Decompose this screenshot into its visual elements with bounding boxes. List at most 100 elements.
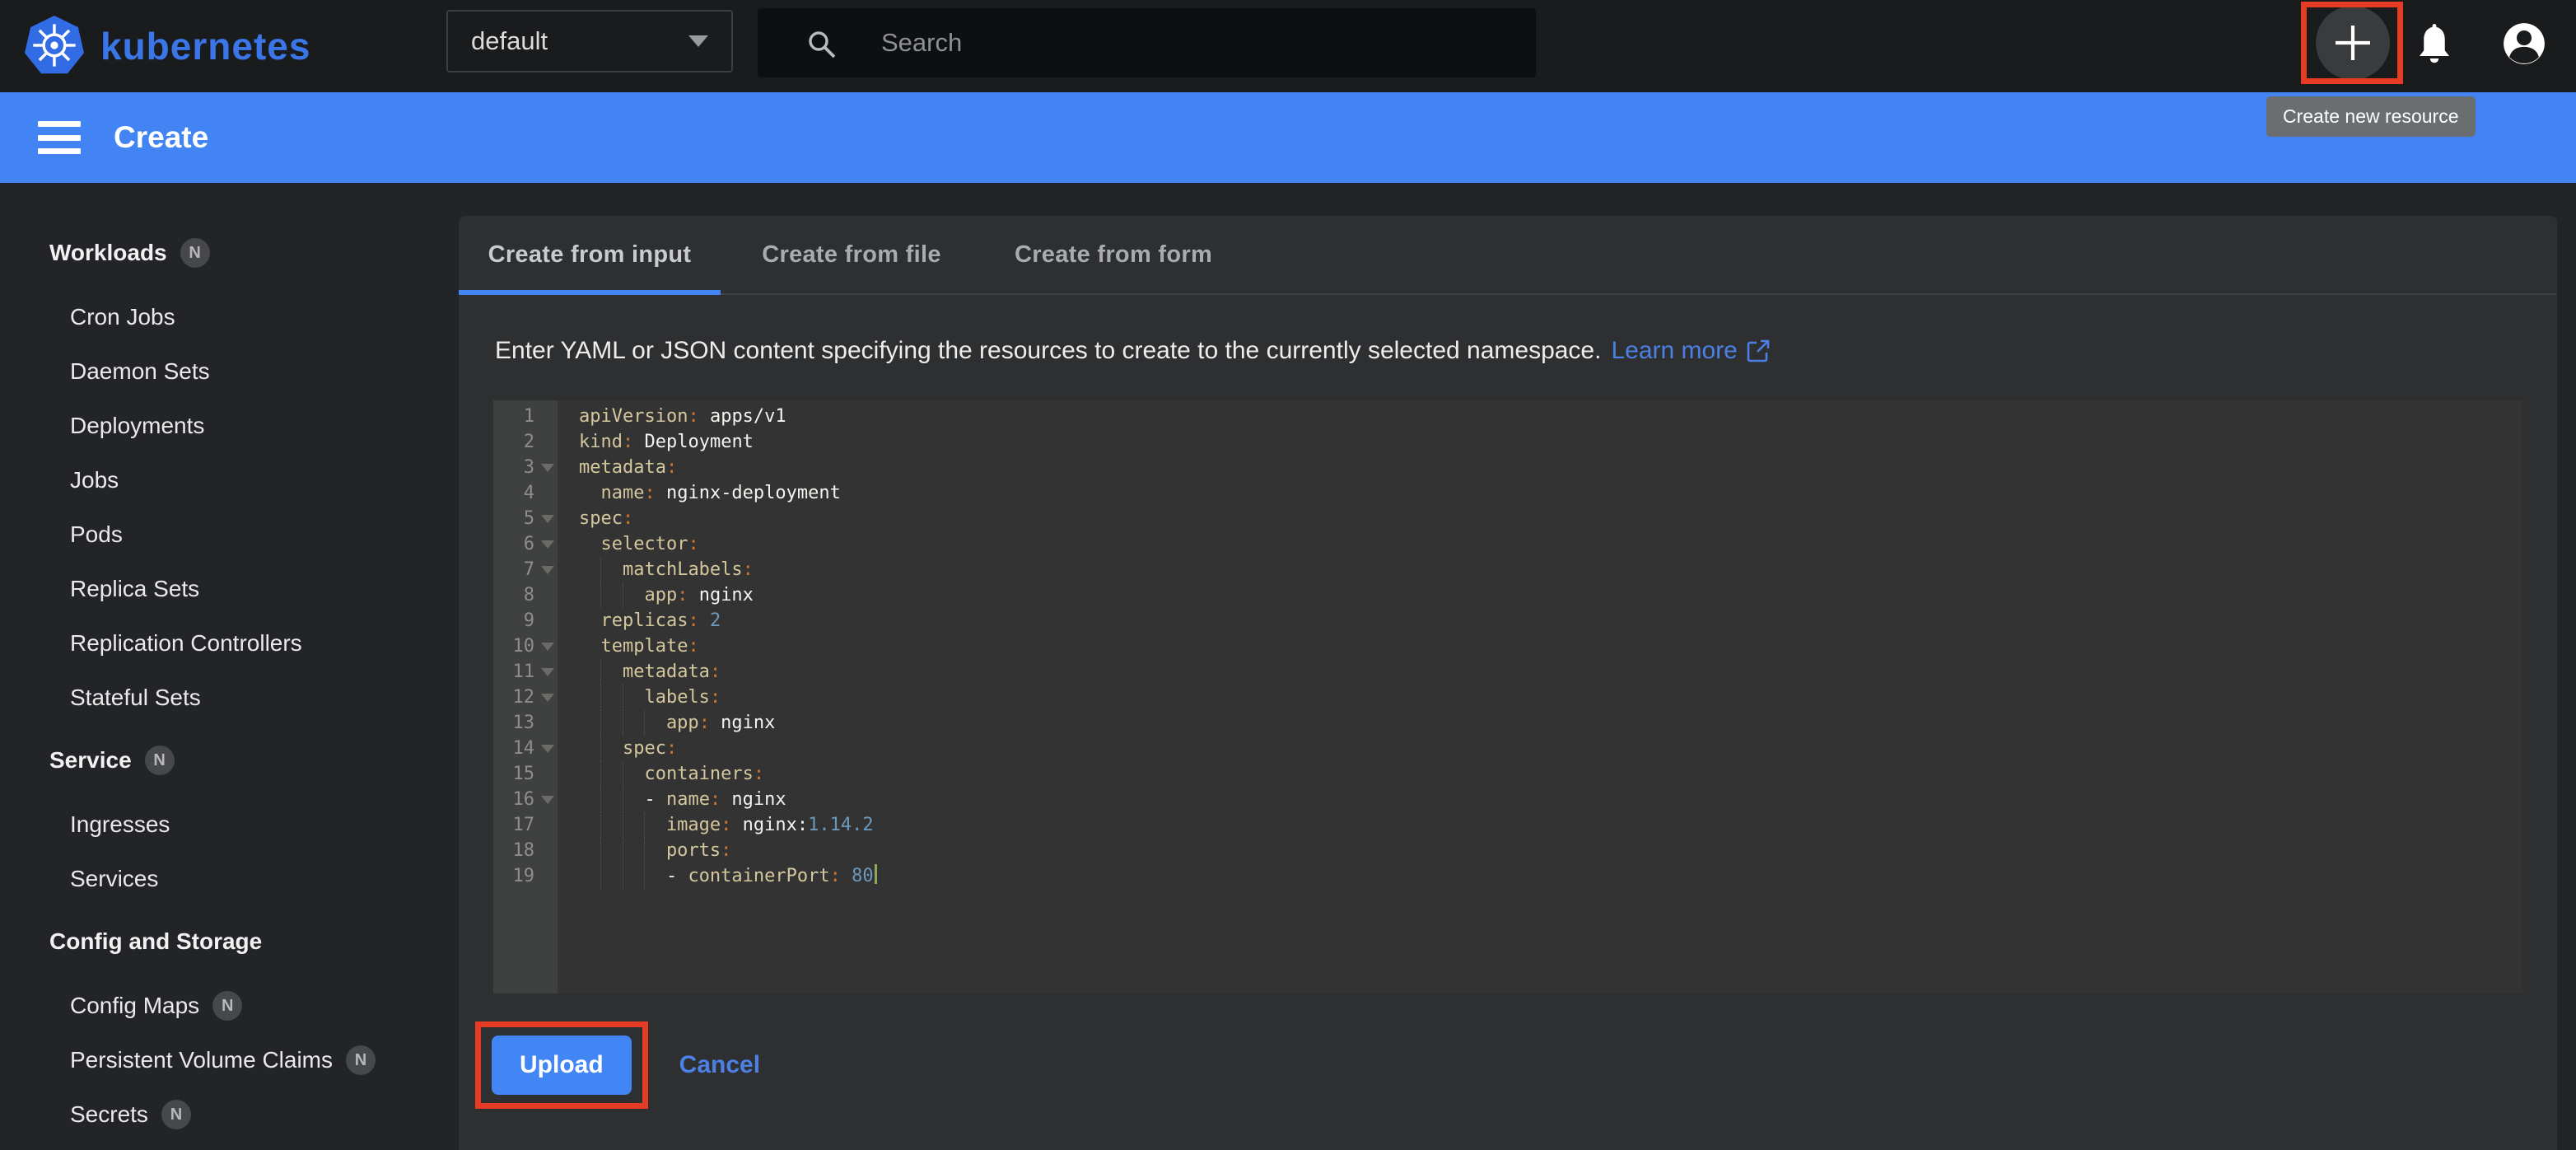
editor-line-number: 7	[493, 557, 558, 582]
namespace-selector[interactable]: default	[446, 10, 733, 72]
sidebar-section-header-workloads: WorkloadsN	[0, 226, 459, 280]
token-val: nginx	[721, 789, 786, 810]
namespaced-badge: N	[145, 746, 175, 775]
indent-guide	[579, 557, 600, 582]
search-input[interactable]	[881, 8, 1515, 77]
editor-line-number: 5	[493, 506, 558, 531]
editor-line-number: 3	[493, 455, 558, 480]
indent-guide	[644, 838, 665, 863]
indent-guide	[579, 685, 600, 710]
app-bar: Create	[0, 92, 2576, 183]
indent-guide	[644, 710, 665, 736]
token-val: nginx:	[731, 815, 808, 835]
token-val: apps/v1	[699, 406, 786, 427]
tab-create-from-file[interactable]: Create from file	[721, 216, 982, 293]
token-colon: :	[666, 457, 677, 478]
sidebar-item-replica-sets[interactable]: Replica Sets	[0, 562, 459, 616]
sidebar-item-config-maps[interactable]: Config Maps N	[0, 979, 459, 1033]
editor-line-number: 4	[493, 480, 558, 506]
sidebar-item-label: Config Maps	[70, 993, 199, 1019]
fold-arrow-icon[interactable]	[541, 745, 554, 753]
editor-line-number: 19	[493, 863, 558, 889]
fold-arrow-icon[interactable]	[541, 796, 554, 804]
sidebar-section-label: Config and Storage	[49, 928, 262, 955]
sidebar-item-daemon-sets[interactable]: Daemon Sets	[0, 344, 459, 399]
sidebar-item-ingresses[interactable]: Ingresses	[0, 797, 459, 852]
sidebar-section-header-service: Service N	[0, 733, 459, 788]
cancel-button[interactable]: Cancel	[679, 1051, 760, 1079]
token-colon: :	[754, 764, 764, 784]
sidebar-item-label: Services	[70, 866, 158, 892]
fold-arrow-icon[interactable]	[541, 540, 554, 549]
token-key: matchLabels	[623, 559, 743, 580]
token-num: 2	[699, 610, 721, 631]
tab-bar: Create from inputCreate from fileCreate …	[459, 216, 2557, 295]
editor-gutter: 12345678910111213141516171819	[493, 400, 558, 993]
token-key: app	[644, 585, 677, 605]
brand[interactable]: kubernetes	[23, 0, 310, 92]
sidebar-section-label: Service	[49, 747, 132, 774]
token-key: name	[600, 483, 644, 503]
menu-hamburger-icon[interactable]	[38, 121, 81, 154]
indent-guide	[579, 480, 600, 506]
namespaced-badge: N	[212, 991, 242, 1021]
fold-arrow-icon[interactable]	[541, 668, 554, 676]
yaml-editor[interactable]: 12345678910111213141516171819 apiVersion…	[493, 400, 2522, 993]
editor-line-number: 13	[493, 710, 558, 736]
notifications-bell-icon[interactable]	[2415, 23, 2454, 69]
editor-line-number: 2	[493, 429, 558, 455]
editor-line-number: 10	[493, 633, 558, 659]
create-card: Create from inputCreate from fileCreate …	[459, 216, 2557, 1150]
editor-code-area[interactable]: apiVersion: apps/v1kind: Deployment metad…	[558, 400, 2522, 993]
sidebar-item-label: Cron Jobs	[70, 304, 175, 330]
text-cursor	[875, 864, 877, 884]
editor-line-number: 11	[493, 659, 558, 685]
sidebar-item-label: Ingresses	[70, 811, 170, 838]
indent-guide	[579, 736, 600, 761]
editor-code-line: kind: Deployment	[579, 429, 2522, 455]
token-val: nginx	[710, 713, 775, 733]
sidebar-item-cron-jobs[interactable]: Cron Jobs	[0, 290, 459, 344]
sidebar-item-services[interactable]: Services	[0, 852, 459, 906]
token-colon: :	[743, 559, 754, 580]
sidebar-nav: WorkloadsN Cron Jobs Daemon SetsDeployment…	[0, 183, 459, 1150]
token-dash: -	[644, 789, 666, 810]
token-colon: :	[677, 585, 688, 605]
token-val: nginx	[688, 585, 753, 605]
create-new-resource-button[interactable]	[2316, 6, 2390, 80]
token-key: ports	[666, 840, 721, 861]
fold-arrow-icon[interactable]	[541, 694, 554, 702]
indent-guide	[623, 863, 644, 889]
sidebar-item-pods[interactable]: Pods	[0, 507, 459, 562]
token-colon: :	[710, 687, 721, 708]
editor-code-line: metadata:	[579, 659, 2522, 685]
token-num: 1.14.2	[808, 815, 873, 835]
fold-arrow-icon[interactable]	[541, 515, 554, 523]
sidebar-item-persistent-volume-claims[interactable]: Persistent Volume ClaimsN	[0, 1033, 459, 1087]
tab-create-from-input[interactable]: Create from input	[459, 216, 721, 293]
editor-code-line: - name: nginx	[579, 787, 2522, 812]
editor-line-number: 14	[493, 736, 558, 761]
token-colon: :	[710, 661, 721, 682]
editor-line-number: 18	[493, 838, 558, 863]
editor-code-line: apiVersion: apps/v1	[579, 404, 2522, 429]
sidebar-item-secrets[interactable]: SecretsN	[0, 1087, 459, 1142]
upload-button[interactable]: Upload	[492, 1035, 632, 1095]
fold-arrow-icon[interactable]	[541, 464, 554, 472]
sidebar-item-jobs[interactable]: Jobs	[0, 453, 459, 507]
token-colon: :	[644, 483, 655, 503]
learn-more-link[interactable]: Learn more	[1611, 337, 1770, 365]
editor-code-line: image: nginx:1.14.2	[579, 812, 2522, 838]
token-colon: :	[688, 406, 698, 427]
tab-create-from-form[interactable]: Create from form	[982, 216, 1244, 293]
fold-arrow-icon[interactable]	[541, 643, 554, 651]
account-user-icon[interactable]	[2501, 21, 2547, 67]
sidebar-item-deployments[interactable]: Deployments	[0, 399, 459, 453]
fold-arrow-icon[interactable]	[541, 566, 554, 574]
token-val: nginx-deployment	[656, 483, 841, 503]
token-colon: :	[688, 636, 698, 657]
token-key: containerPort	[688, 866, 829, 886]
indent-guide	[644, 863, 665, 889]
sidebar-item-stateful-sets[interactable]: Stateful Sets	[0, 671, 459, 725]
sidebar-item-replication-controllers[interactable]: Replication Controllers	[0, 616, 459, 671]
